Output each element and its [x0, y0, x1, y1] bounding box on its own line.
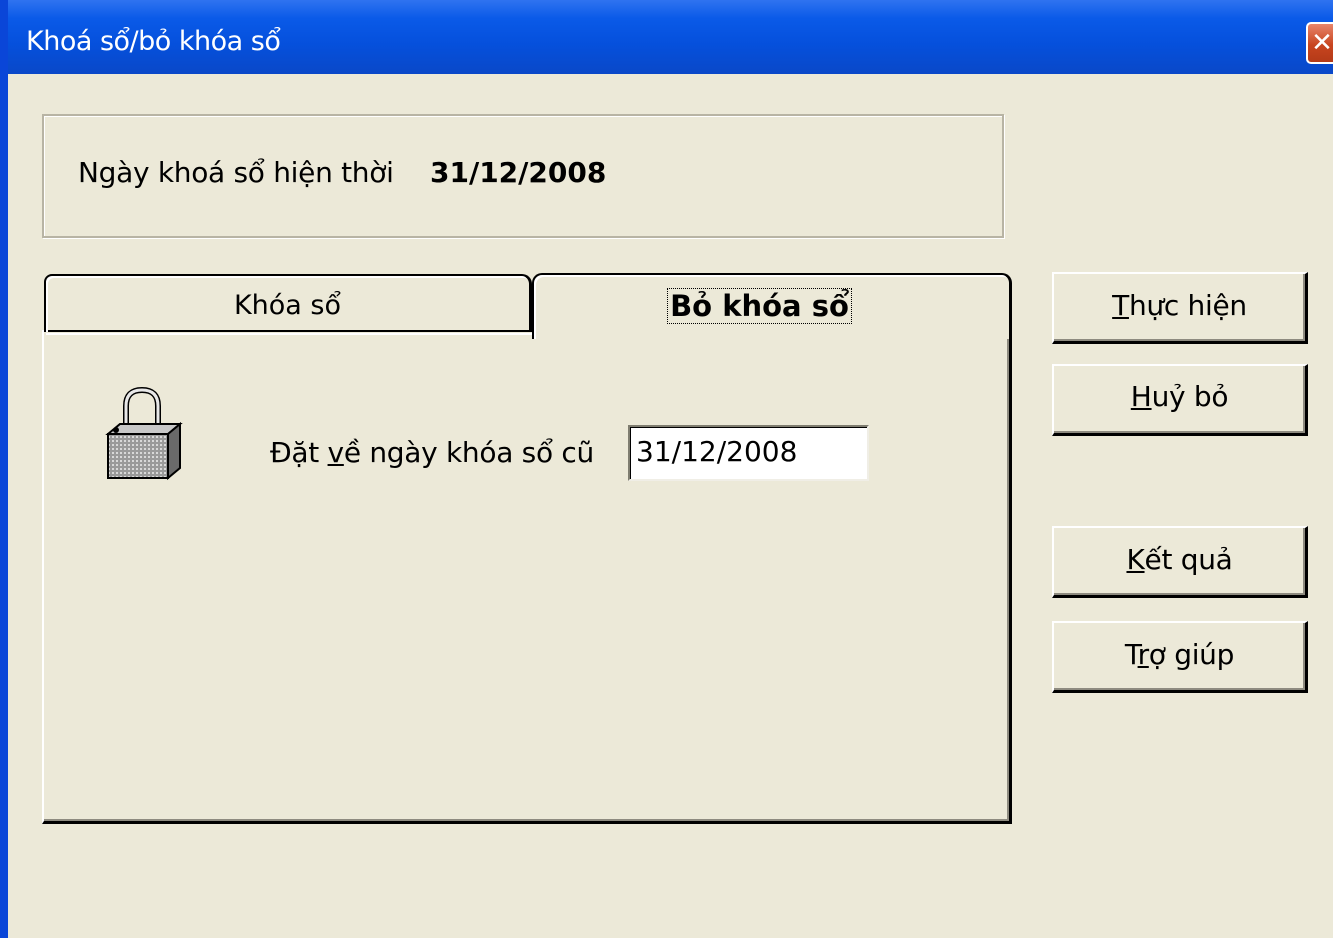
cancel-button[interactable]: Huỷ bỏ — [1052, 364, 1308, 436]
help-button[interactable]: Trợ giúp — [1052, 621, 1308, 693]
tab-panel — [42, 330, 1012, 824]
reset-date-label-pre: Đặt — [270, 436, 328, 469]
cancel-button-mnemonic: H — [1130, 380, 1152, 413]
reset-date-input[interactable]: 31/12/2008 — [628, 425, 869, 481]
title-bar[interactable]: Khoá sổ/bỏ khóa sổ ✕ — [8, 0, 1333, 74]
close-icon: ✕ — [1311, 28, 1333, 58]
current-lock-date-box: Ngày khoá sổ hiện thời 31/12/2008 — [42, 114, 1004, 238]
reset-date-label-mnemonic: v — [327, 436, 345, 469]
execute-button-label: hực hiện — [1128, 289, 1247, 322]
result-button-label: ết quả — [1144, 543, 1233, 576]
tab-lock-book-label: Khóa sổ — [233, 290, 342, 321]
result-button[interactable]: Kết quả — [1052, 526, 1308, 598]
tab-divider-highlight — [46, 333, 534, 335]
result-button-mnemonic: K — [1126, 543, 1145, 576]
execute-button-mnemonic: T — [1112, 289, 1129, 322]
reset-date-label: Đặt về ngày khóa sổ cũ — [270, 436, 594, 469]
dialog-window: Khoá sổ/bỏ khóa sổ ✕ Ngày khoá sổ hiện t… — [0, 0, 1333, 938]
tab-unlock-book[interactable]: Bỏ khóa sổ — [532, 273, 1012, 339]
padlock-open-icon — [104, 384, 184, 484]
help-button-label: ợ giúp — [1148, 638, 1235, 671]
current-lock-date-value: 31/12/2008 — [430, 156, 607, 189]
tab-unlock-book-label: Bỏ khóa sổ — [667, 288, 852, 324]
cancel-button-label: uỷ bỏ — [1151, 380, 1229, 413]
reset-date-label-post: ề ngày khóa sổ cũ — [343, 436, 594, 469]
execute-button[interactable]: Thực hiện — [1052, 272, 1308, 344]
help-button-pre: T — [1124, 638, 1138, 671]
current-lock-date-label: Ngày khoá sổ hiện thời — [78, 156, 394, 189]
window-title: Khoá sổ/bỏ khóa sổ — [26, 26, 281, 57]
close-button[interactable]: ✕ — [1306, 22, 1333, 64]
help-button-mnemonic: r — [1137, 638, 1150, 671]
tab-lock-book[interactable]: Khóa sổ — [44, 274, 532, 332]
